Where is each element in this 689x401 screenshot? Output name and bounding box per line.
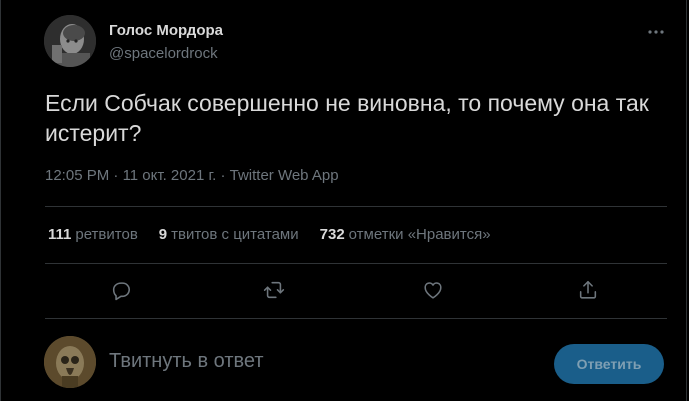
likes-count: 732 bbox=[319, 226, 345, 243]
reply-submit-button[interactable]: Ответить bbox=[554, 344, 664, 384]
quote-tweets-count: 9 bbox=[158, 226, 168, 243]
divider bbox=[45, 263, 667, 264]
retweets-count: 111 bbox=[48, 226, 72, 243]
quote-tweets-label: твитов с цитатами bbox=[171, 226, 299, 243]
reply-icon bbox=[112, 282, 131, 301]
tweet-metadata: 12:05 PM · 11 окт. 2021 г. · Twitter Web… bbox=[45, 167, 339, 184]
retweets-label: ретвитов bbox=[75, 226, 138, 243]
author-handle[interactable]: @spacelordrock bbox=[109, 45, 218, 62]
divider bbox=[45, 318, 667, 319]
tweet-time[interactable]: 12:05 PM bbox=[45, 167, 109, 184]
likes-stat[interactable]: 732 отметки «Нравится» bbox=[320, 226, 491, 243]
quote-tweets-stat[interactable]: 9 твитов с цитатами bbox=[159, 226, 299, 243]
divider bbox=[45, 206, 667, 207]
share-button[interactable] bbox=[573, 275, 603, 305]
tweet-text: Если Собчак совершенно не виновна, то по… bbox=[45, 90, 649, 146]
share-icon bbox=[579, 280, 597, 299]
author-avatar[interactable] bbox=[44, 15, 96, 67]
tweet-date[interactable]: 11 окт. 2021 г. bbox=[123, 167, 217, 184]
like-button[interactable] bbox=[418, 275, 448, 305]
retweets-stat[interactable]: 111 ретвитов bbox=[48, 226, 138, 243]
tweet-detail-panel: Голос Мордора @spacelordrock Если Собчак… bbox=[0, 0, 687, 401]
like-icon bbox=[424, 282, 442, 299]
current-user-avatar[interactable] bbox=[44, 336, 96, 388]
tweet-action-bar bbox=[45, 272, 667, 308]
more-dots-icon bbox=[648, 30, 664, 34]
meta-separator: · bbox=[113, 167, 123, 184]
author-display-name[interactable]: Голос Мордора bbox=[109, 22, 223, 39]
more-options-button[interactable] bbox=[641, 20, 671, 44]
likes-label: отметки «Нравится» bbox=[348, 226, 491, 243]
tweet-stats: 111 ретвитов 9 твитов с цитатами 732 отметк… bbox=[48, 226, 512, 243]
retweet-button[interactable] bbox=[259, 275, 289, 305]
reply-button[interactable] bbox=[106, 275, 136, 305]
reply-input[interactable]: Твитнуть в ответ bbox=[109, 350, 529, 378]
meta-separator: · bbox=[220, 167, 230, 184]
retweet-icon bbox=[263, 281, 285, 299]
tweet-source[interactable]: Twitter Web App bbox=[230, 167, 339, 184]
